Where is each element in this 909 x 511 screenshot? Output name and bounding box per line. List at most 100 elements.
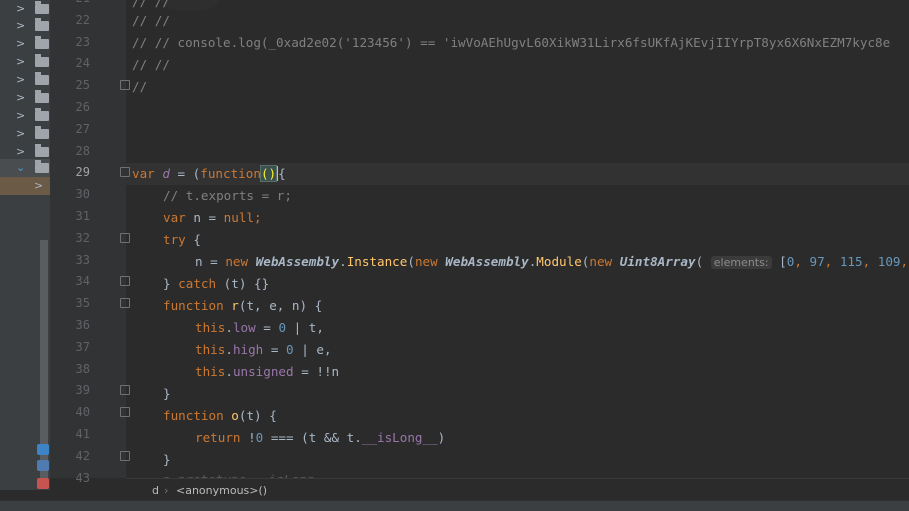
code-token: n =	[185, 210, 224, 225]
keyword: var	[132, 166, 155, 181]
keyword: function	[200, 166, 261, 181]
keyword: return	[195, 430, 241, 445]
line-number: 38	[75, 361, 90, 376]
folder-icon	[35, 36, 49, 49]
property: __isLong__	[361, 430, 438, 445]
tree-row[interactable]: >	[0, 35, 50, 53]
folder-icon	[35, 126, 49, 139]
code-editor[interactable]: // // // // // // console.log(_0xad2e02(…	[126, 0, 909, 478]
tree-row[interactable]: >	[0, 125, 50, 143]
tree-row[interactable]: >	[0, 53, 50, 71]
code-token: = !!n	[293, 364, 340, 379]
folder-icon	[35, 160, 49, 173]
line-number: 31	[75, 209, 90, 223]
code-token: | e,	[293, 342, 332, 357]
code-line: n.prototype.__isLong	[163, 469, 315, 478]
class-name: WebAssembly	[445, 254, 529, 269]
folder-icon	[35, 18, 49, 31]
chevron-right-icon[interactable]: >	[16, 37, 25, 50]
chevron-down-icon[interactable]: ⌄	[16, 161, 25, 174]
code-line: }	[163, 452, 171, 467]
code-token: =	[255, 320, 279, 335]
code-token: !	[240, 430, 256, 445]
tree-row[interactable]: >	[0, 0, 50, 18]
line-number: 27	[75, 121, 90, 136]
code-line: this.unsigned = !!n	[195, 364, 340, 379]
class-name: Module	[536, 254, 582, 269]
code-token: ;	[254, 210, 262, 225]
code-token: | t,	[286, 320, 324, 335]
code-line: this.low = 0 | t,	[195, 320, 324, 335]
folder-icon	[35, 1, 49, 14]
code-line: //	[132, 79, 148, 94]
code-line: var n = null;	[163, 207, 262, 229]
number: 0	[278, 320, 287, 335]
code-line: // // console.log(_0xad2e02('123456') ==…	[132, 35, 891, 50]
breadcrumb-item[interactable]: d	[152, 484, 159, 497]
property: high	[232, 342, 264, 357]
tree-row[interactable]: >	[0, 89, 50, 107]
code-token: }	[163, 276, 179, 291]
identifier: d	[154, 166, 170, 181]
chevron-right-icon[interactable]: >	[16, 127, 25, 140]
folder-icon	[35, 72, 49, 85]
tree-row-expanded[interactable]: ⌄	[0, 159, 50, 177]
number: 109	[877, 254, 901, 269]
line-number: 25	[75, 78, 90, 93]
line-number: 36	[75, 318, 90, 332]
tree-row[interactable]: >	[0, 107, 50, 125]
code-token: (	[407, 254, 415, 269]
code-line: }	[163, 386, 171, 401]
code-token: )	[437, 430, 446, 445]
line-number: 32	[75, 230, 90, 245]
line-number: 21	[50, 0, 90, 9]
code-line: n = new WebAssembly.Instance(new WebAsse…	[195, 254, 909, 269]
line-number: 23	[75, 34, 90, 49]
code-token: (t) {	[238, 408, 277, 423]
code-token: .	[339, 254, 347, 269]
tree-row[interactable]: >	[0, 17, 50, 35]
line-number: 40	[75, 405, 90, 420]
keyword: catch	[178, 276, 217, 291]
chevron-right-icon[interactable]: >	[16, 55, 25, 68]
breadcrumb: d › <anonymous>()	[126, 478, 909, 501]
number: 97	[809, 254, 825, 269]
file-icon	[37, 478, 49, 489]
status-bar	[0, 500, 909, 511]
class-name: WebAssembly	[255, 254, 340, 269]
chevron-right-icon[interactable]: >	[16, 2, 25, 15]
line-number: 41	[75, 427, 90, 441]
chevron-right-icon[interactable]: >	[16, 19, 25, 32]
code-token: === (t && t.	[263, 430, 362, 445]
line-number: 26	[75, 100, 90, 114]
chevron-right-icon[interactable]: >	[16, 73, 25, 86]
keyword: function	[163, 298, 224, 313]
chevron-right-icon[interactable]: >	[16, 145, 25, 158]
line-number: 35	[75, 296, 90, 311]
breadcrumb-item[interactable]: <anonymous>()	[176, 484, 267, 497]
code-token: {	[185, 232, 201, 247]
folder-icon	[35, 108, 49, 121]
code-token: (t, e, n) {	[238, 298, 323, 313]
code-token: =	[263, 342, 287, 357]
folder-icon	[35, 90, 49, 103]
function-name: o	[231, 408, 239, 423]
number: 0	[286, 342, 294, 357]
property: low	[232, 320, 256, 335]
tree-row[interactable]: >	[0, 71, 50, 89]
keyword: null	[223, 210, 255, 225]
chevron-right-icon[interactable]: >	[16, 109, 25, 122]
code-line: try {	[163, 229, 201, 251]
line-number: 39	[75, 383, 90, 398]
code-line: this.high = 0 | e,	[195, 342, 332, 357]
chevron-right-icon[interactable]: >	[16, 91, 25, 104]
tree-row-selected[interactable]: >	[0, 177, 50, 195]
breadcrumb-separator: ›	[164, 484, 169, 497]
chevron-right-icon[interactable]: >	[34, 179, 43, 192]
code-token: (	[695, 254, 704, 269]
property: unsigned	[232, 364, 294, 379]
python-file-icon	[37, 460, 49, 471]
code-line: function o(t) {	[163, 405, 277, 427]
line-number: 42	[75, 448, 90, 463]
project-tree-panel: > > > > > > > > > ⌄ >	[0, 0, 50, 490]
